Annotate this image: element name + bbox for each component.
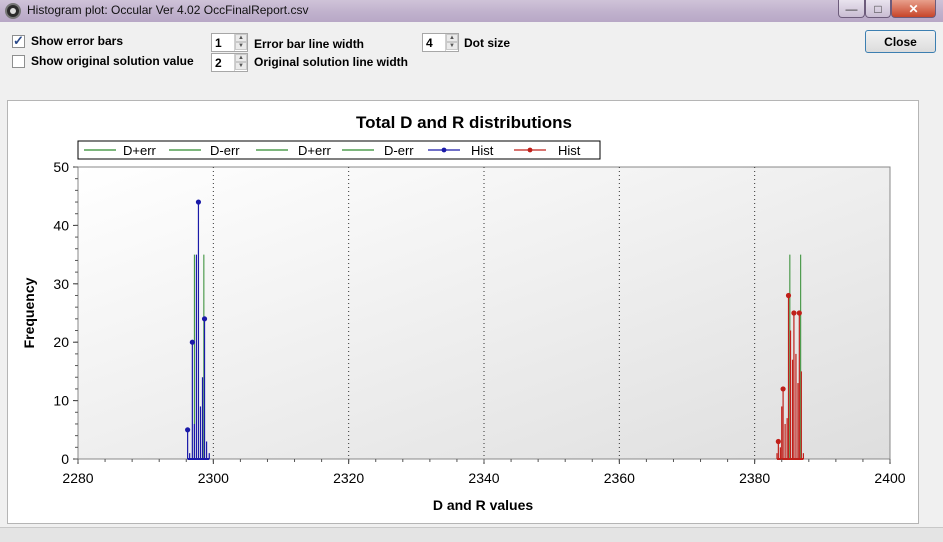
error-bar-width-label: Error bar line width bbox=[254, 37, 365, 51]
title-bar[interactable]: Histogram plot: Occular Ver 4.02 OccFina… bbox=[0, 0, 943, 22]
x-tick-label: 2280 bbox=[62, 470, 93, 486]
maximize-button[interactable]: □ bbox=[865, 0, 891, 18]
show-original-label[interactable]: Show original solution value bbox=[31, 54, 194, 68]
hist-point bbox=[796, 310, 802, 316]
y-tick-label: 50 bbox=[53, 159, 69, 175]
original-width-value[interactable]: 2 bbox=[215, 56, 222, 70]
x-tick-label: 2340 bbox=[468, 470, 499, 486]
legend-label: D+err bbox=[298, 143, 332, 158]
stepper-up-icon[interactable]: ▲ bbox=[446, 34, 458, 42]
x-tick-label: 2320 bbox=[333, 470, 364, 486]
hist-point bbox=[775, 438, 781, 445]
dot-size-stepper[interactable]: 4 ▲ ▼ bbox=[422, 33, 459, 52]
dot-size-label: Dot size bbox=[464, 36, 511, 50]
hist-point bbox=[785, 292, 792, 299]
y-tick-label: 10 bbox=[53, 393, 69, 409]
app-icon bbox=[5, 3, 21, 19]
hist-point bbox=[780, 386, 786, 392]
hist-point bbox=[791, 310, 797, 316]
hist-point bbox=[189, 339, 195, 345]
legend-label: D-err bbox=[210, 143, 240, 158]
x-tick-label: 2360 bbox=[604, 470, 635, 486]
stepper-up-icon[interactable]: ▲ bbox=[235, 34, 247, 42]
stepper-down-icon[interactable]: ▼ bbox=[235, 62, 247, 70]
y-tick-label: 30 bbox=[53, 276, 69, 292]
x-tick-label: 2380 bbox=[739, 470, 770, 486]
minimize-button[interactable]: — bbox=[838, 0, 865, 18]
x-tick-label: 2400 bbox=[874, 470, 905, 486]
window-close-button[interactable]: ✕ bbox=[891, 0, 936, 18]
histogram-window: Histogram plot: Occular Ver 4.02 OccFina… bbox=[0, 0, 943, 542]
legend: D+err D-err D+err D-err Hist Hist bbox=[77, 140, 601, 160]
legend-marker bbox=[441, 147, 447, 153]
dot-size-value[interactable]: 4 bbox=[426, 36, 433, 50]
window-title: Histogram plot: Occular Ver 4.02 OccFina… bbox=[27, 3, 309, 17]
legend-label: Hist bbox=[471, 143, 494, 158]
maximize-icon: □ bbox=[874, 1, 882, 16]
y-tick-label: 20 bbox=[53, 334, 69, 350]
hist-point bbox=[185, 427, 191, 433]
legend-label: Hist bbox=[558, 143, 581, 158]
stepper-up-icon[interactable]: ▲ bbox=[235, 54, 247, 62]
error-bar-width-value[interactable]: 1 bbox=[215, 36, 222, 50]
original-width-stepper[interactable]: 2 ▲ ▼ bbox=[211, 53, 248, 72]
legend-marker bbox=[527, 147, 533, 153]
error-bar-width-stepper[interactable]: 1 ▲ ▼ bbox=[211, 33, 248, 52]
y-tick-label: 40 bbox=[53, 217, 69, 233]
original-width-label: Original solution line width bbox=[254, 55, 408, 69]
legend-label: D+err bbox=[123, 143, 157, 158]
close-button[interactable]: Close bbox=[865, 30, 936, 53]
status-strip bbox=[0, 527, 943, 542]
stepper-down-icon[interactable]: ▼ bbox=[446, 42, 458, 50]
minimize-icon: — bbox=[845, 1, 858, 16]
stepper-down-icon[interactable]: ▼ bbox=[235, 42, 247, 50]
hist-point bbox=[201, 316, 208, 322]
chart-title: Total D and R distributions bbox=[356, 113, 572, 132]
histogram-chart: Total D and R distributions 2280 2300 2320… bbox=[21, 113, 906, 513]
show-error-bars-checkbox[interactable] bbox=[12, 33, 25, 49]
y-tick-label: 0 bbox=[61, 451, 69, 467]
show-error-bars-label[interactable]: Show error bars bbox=[31, 34, 123, 48]
y-axis-label: Frequency bbox=[21, 277, 37, 348]
hist-point bbox=[195, 199, 202, 205]
x-axis-label: D and R values bbox=[433, 497, 534, 513]
chart-panel: Total D and R distributions 2280 2300 2320… bbox=[7, 100, 919, 524]
close-icon: ✕ bbox=[908, 1, 919, 16]
show-original-checkbox[interactable] bbox=[12, 55, 25, 68]
x-tick-label: 2300 bbox=[198, 470, 229, 486]
legend-label: D-err bbox=[384, 143, 414, 158]
